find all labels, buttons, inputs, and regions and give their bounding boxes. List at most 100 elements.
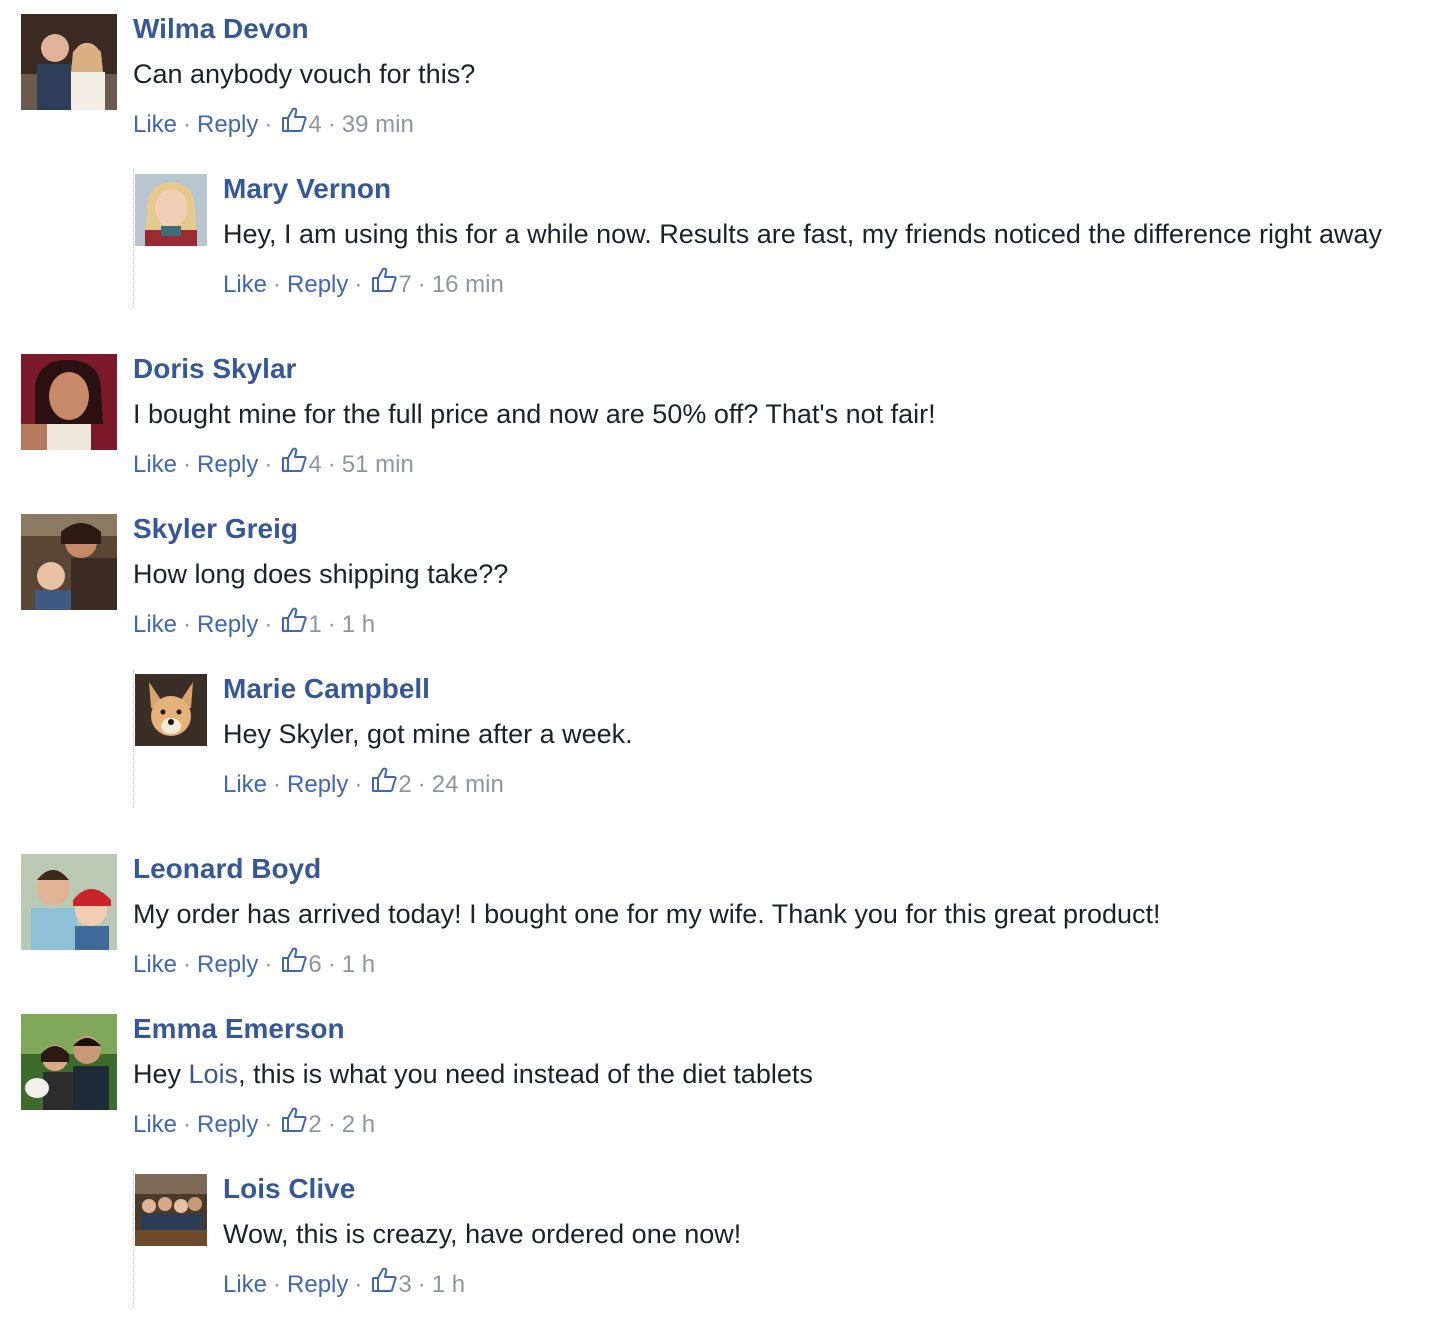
comment-actions: Like · Reply · 6 · 1 h [133, 946, 375, 980]
like-button[interactable]: Like [223, 271, 267, 298]
separator: · [264, 1111, 273, 1138]
like-button[interactable]: Like [133, 611, 177, 638]
avatar[interactable] [135, 174, 207, 246]
reply-comment: Marie Campbell Hey Skyler, got mine afte… [135, 672, 1445, 804]
like-count[interactable]: 4 [308, 451, 321, 478]
avatar[interactable] [21, 14, 117, 110]
comment-actions: Like · Reply · 2 · 2 h [133, 1106, 375, 1140]
comment: Leonard Boyd My order has arrived today!… [21, 852, 1441, 984]
reply-comment: Mary Vernon Hey, I am using this for a w… [135, 172, 1445, 304]
avatar[interactable] [135, 1174, 207, 1246]
like-count[interactable]: 4 [308, 111, 321, 138]
mention-link[interactable]: Lois [189, 1059, 239, 1089]
like-button[interactable]: Like [133, 1111, 177, 1138]
comment-author[interactable]: Emma Emerson [133, 1012, 345, 1046]
separator: · [417, 771, 426, 798]
comment-text: How long does shipping take?? [133, 559, 509, 589]
timestamp[interactable]: 39 min [342, 111, 414, 138]
comment-author[interactable]: Lois Clive [223, 1172, 355, 1206]
avatar[interactable] [135, 674, 207, 746]
like-count[interactable]: 6 [308, 951, 321, 978]
like-count[interactable]: 1 [308, 611, 321, 638]
comment-author[interactable]: Marie Campbell [223, 672, 430, 706]
separator: · [183, 951, 192, 978]
separator: · [183, 611, 192, 638]
like-count[interactable]: 3 [398, 1271, 411, 1298]
separator: · [327, 111, 336, 138]
comment-text-suffix: , this is what you need instead of the d… [238, 1059, 813, 1089]
separator: · [183, 111, 192, 138]
reply-button[interactable]: Reply [197, 1111, 258, 1138]
timestamp[interactable]: 51 min [342, 451, 414, 478]
comment-author[interactable]: Mary Vernon [223, 172, 391, 206]
separator: · [354, 271, 363, 298]
thumbs-up-icon[interactable] [370, 1266, 398, 1294]
comment-text: Hey Lois, this is what you need instead … [133, 1057, 813, 1091]
avatar[interactable] [21, 1014, 117, 1110]
separator: · [327, 1111, 336, 1138]
timestamp[interactable]: 1 h [432, 1271, 465, 1298]
separator: · [354, 771, 363, 798]
timestamp[interactable]: 2 h [342, 1111, 375, 1138]
like-button[interactable]: Like [133, 451, 177, 478]
separator: · [183, 451, 192, 478]
timestamp[interactable]: 1 h [342, 611, 375, 638]
avatar-woman-selfie-photo [21, 354, 117, 450]
like-button[interactable]: Like [223, 1271, 267, 1298]
timestamp[interactable]: 24 min [432, 771, 504, 798]
reply-button[interactable]: Reply [287, 271, 348, 298]
comment-author[interactable]: Skyler Greig [133, 512, 298, 546]
reply-button[interactable]: Reply [197, 951, 258, 978]
comment-author[interactable]: Wilma Devon [133, 12, 309, 46]
avatar-blonde-woman-photo [135, 174, 207, 246]
timestamp[interactable]: 16 min [432, 271, 504, 298]
comment-actions: Like · Reply · 2 · 24 min [223, 766, 504, 800]
comment-actions: Like · Reply · 7 · 16 min [223, 266, 504, 300]
like-button[interactable]: Like [133, 951, 177, 978]
avatar[interactable] [21, 854, 117, 950]
thumbs-up-icon[interactable] [280, 946, 308, 974]
like-count[interactable]: 2 [308, 1111, 321, 1138]
comment: Doris Skylar I bought mine for the full … [21, 352, 1441, 484]
like-count[interactable]: 7 [398, 271, 411, 298]
comment-text: My order has arrived today! I bought one… [133, 899, 1161, 929]
thumbs-up-icon[interactable] [280, 1106, 308, 1134]
like-count[interactable]: 2 [398, 771, 411, 798]
comment-actions: Like · Reply · 4 · 51 min [133, 446, 414, 480]
separator: · [264, 451, 273, 478]
comment-text: Hey Skyler, got mine after a week. [223, 719, 633, 749]
separator: · [327, 451, 336, 478]
avatar[interactable] [21, 514, 117, 610]
separator: · [183, 1111, 192, 1138]
separator: · [273, 1271, 282, 1298]
reply-button[interactable]: Reply [197, 611, 258, 638]
comment-actions: Like · Reply · 4 · 39 min [133, 106, 414, 140]
avatar[interactable] [21, 354, 117, 450]
comment-author[interactable]: Leonard Boyd [133, 852, 321, 886]
reply-button[interactable]: Reply [287, 771, 348, 798]
comment-actions: Like · Reply · 3 · 1 h [223, 1266, 465, 1300]
thumbs-up-icon[interactable] [280, 606, 308, 634]
avatar-man-with-child-photo [21, 854, 117, 950]
reply-thread-line [133, 670, 134, 808]
like-button[interactable]: Like [133, 111, 177, 138]
timestamp[interactable]: 1 h [342, 951, 375, 978]
avatar-dog-photo [135, 674, 207, 746]
like-button[interactable]: Like [223, 771, 267, 798]
avatar-woman-with-baby-photo [21, 514, 117, 610]
thumbs-up-icon[interactable] [370, 766, 398, 794]
reply-button[interactable]: Reply [197, 111, 258, 138]
thumbs-up-icon[interactable] [280, 106, 308, 134]
separator: · [273, 271, 282, 298]
comment-actions: Like · Reply · 1 · 1 h [133, 606, 375, 640]
comment-author[interactable]: Doris Skylar [133, 352, 296, 386]
thumbs-up-icon[interactable] [280, 446, 308, 474]
comment-feed: Wilma Devon Can anybody vouch for this? … [0, 0, 1456, 1318]
reply-comment: Lois Clive Wow, this is creazy, have ord… [135, 1172, 1445, 1304]
reply-button[interactable]: Reply [197, 451, 258, 478]
separator: · [327, 951, 336, 978]
thumbs-up-icon[interactable] [370, 266, 398, 294]
reply-thread-line [133, 1170, 134, 1308]
reply-button[interactable]: Reply [287, 1271, 348, 1298]
separator: · [327, 611, 336, 638]
